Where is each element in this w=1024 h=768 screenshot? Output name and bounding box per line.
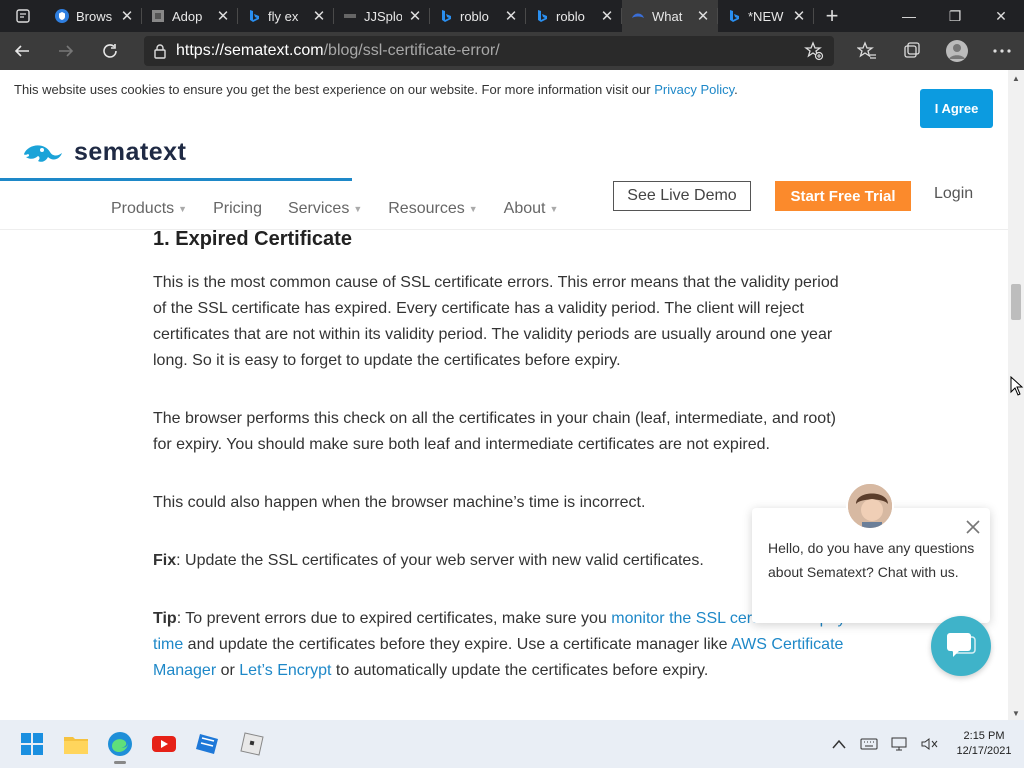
clock-date: 12/17/2021 bbox=[956, 745, 1012, 757]
nav-pricing[interactable]: Pricing bbox=[213, 200, 262, 218]
close-tab-icon[interactable]: ✕ bbox=[312, 7, 326, 25]
tip-paragraph: Tip: To prevent errors due to expired ce… bbox=[153, 610, 846, 679]
profile-avatar-icon[interactable] bbox=[934, 32, 979, 70]
close-tab-icon[interactable]: ✕ bbox=[696, 7, 710, 25]
clock-time: 2:15 PM bbox=[963, 730, 1005, 742]
cookie-text: This website uses cookies to ensure you … bbox=[14, 82, 738, 97]
browser-tab-5[interactable]: roblo ✕ bbox=[430, 0, 526, 32]
paragraph-1: This is the most common cause of SSL cer… bbox=[153, 274, 839, 369]
see-live-demo-button[interactable]: See Live Demo bbox=[613, 181, 751, 211]
browser-tab-4[interactable]: JJSplo ✕ bbox=[334, 0, 430, 32]
keyboard-icon[interactable] bbox=[854, 720, 884, 768]
back-arrow-icon[interactable] bbox=[0, 32, 44, 70]
close-tab-icon[interactable]: ✕ bbox=[408, 7, 422, 25]
nav-services[interactable]: Services ▼ bbox=[288, 200, 362, 218]
chat-launcher-button[interactable] bbox=[931, 616, 991, 676]
browser-tab-8[interactable]: *NEW ✕ bbox=[718, 0, 814, 32]
browser-tab-7-active[interactable]: What ✕ bbox=[622, 0, 718, 32]
page-viewport: 1. Expired Certificate This is the most … bbox=[0, 70, 1008, 720]
support-avatar bbox=[846, 482, 894, 530]
document-icon bbox=[150, 8, 166, 24]
close-tab-icon[interactable]: ✕ bbox=[792, 7, 806, 25]
windows-start-icon[interactable] bbox=[10, 720, 54, 768]
reading-progress-bar bbox=[0, 178, 352, 181]
restore-icon[interactable]: ❐ bbox=[932, 0, 978, 32]
favorites-icon[interactable] bbox=[844, 32, 889, 70]
sematext-logo[interactable]: sematext bbox=[20, 138, 186, 167]
refresh-icon[interactable] bbox=[88, 32, 132, 70]
volume-muted-icon[interactable] bbox=[914, 720, 944, 768]
file-explorer-icon[interactable] bbox=[54, 720, 98, 768]
browser-tab-strip: Brows ✕ Adop ✕ fly ex ✕ JJSplo ✕ roblo ✕… bbox=[0, 0, 1024, 32]
collections-icon[interactable] bbox=[889, 32, 934, 70]
nav-about[interactable]: About ▼ bbox=[504, 200, 559, 218]
address-bar[interactable]: https://sematext.com/blog/ssl-certificat… bbox=[144, 36, 834, 66]
show-hidden-icons-chevron-icon[interactable] bbox=[824, 720, 854, 768]
forward-arrow-icon[interactable] bbox=[44, 32, 88, 70]
start-free-trial-button[interactable]: Start Free Trial bbox=[775, 181, 911, 211]
scroll-up-arrow-icon[interactable]: ▲ bbox=[1012, 74, 1020, 83]
youtube-icon[interactable] bbox=[142, 720, 186, 768]
browser-tab-1[interactable]: Brows ✕ bbox=[46, 0, 142, 32]
more-menu-icon[interactable] bbox=[979, 32, 1024, 70]
roblox-icon[interactable] bbox=[230, 720, 274, 768]
nav-products[interactable]: Products ▼ bbox=[111, 200, 187, 218]
system-tray: 2:15 PM 12/17/2021 bbox=[824, 720, 1024, 768]
close-tab-icon[interactable]: ✕ bbox=[600, 7, 614, 25]
tab-actions-icon[interactable] bbox=[0, 0, 46, 32]
chat-message: Hello, do you have any questions about S… bbox=[768, 540, 975, 580]
paragraph-2: The browser performs this check on all t… bbox=[153, 410, 836, 453]
sematext-icon bbox=[630, 8, 646, 24]
tip-label: Tip bbox=[153, 610, 177, 627]
browser-tab-6[interactable]: roblo ✕ bbox=[526, 0, 622, 32]
bing-icon bbox=[534, 8, 550, 24]
close-tab-icon[interactable]: ✕ bbox=[504, 7, 518, 25]
bing-icon bbox=[726, 8, 742, 24]
windows-taskbar: 2:15 PM 12/17/2021 bbox=[0, 720, 1024, 768]
login-link[interactable]: Login bbox=[934, 185, 973, 203]
toolbar-right-group bbox=[844, 32, 1024, 70]
url-text: https://sematext.com/blog/ssl-certificat… bbox=[176, 42, 500, 59]
add-favorite-icon[interactable] bbox=[804, 41, 824, 66]
bing-icon bbox=[438, 8, 454, 24]
scrollbar-thumb[interactable] bbox=[1011, 284, 1021, 320]
article-content: 1. Expired Certificate This is the most … bbox=[153, 228, 853, 684]
close-tab-icon[interactable]: ✕ bbox=[120, 7, 134, 25]
main-nav: Products ▼ Pricing Services ▼ Resources ▼ A… bbox=[111, 194, 584, 224]
new-tab-plus-icon[interactable]: + bbox=[814, 0, 850, 32]
scroll-down-arrow-icon[interactable]: ▼ bbox=[1012, 709, 1020, 718]
site-header: sematext Products ▼ Pricing Services ▼ Res… bbox=[0, 126, 1008, 230]
roblox-studio-icon[interactable] bbox=[186, 720, 230, 768]
cookie-banner: This website uses cookies to ensure you … bbox=[0, 70, 1008, 136]
close-chat-icon[interactable] bbox=[964, 518, 982, 536]
window-controls: — ❐ ✕ bbox=[886, 0, 1024, 32]
network-icon[interactable] bbox=[884, 720, 914, 768]
close-window-icon[interactable]: ✕ bbox=[978, 0, 1024, 32]
chevron-down-icon: ▼ bbox=[353, 204, 363, 214]
close-tab-icon[interactable]: ✕ bbox=[216, 7, 230, 25]
minimize-icon[interactable]: — bbox=[886, 0, 932, 32]
nav-resources[interactable]: Resources ▼ bbox=[388, 200, 477, 218]
edge-browser-icon[interactable] bbox=[98, 720, 142, 768]
browser-toolbar: https://sematext.com/blog/ssl-certificat… bbox=[0, 32, 1024, 70]
taskbar-clock[interactable]: 2:15 PM 12/17/2021 bbox=[944, 729, 1024, 759]
lock-icon[interactable] bbox=[144, 43, 176, 59]
browser-tab-2[interactable]: Adop ✕ bbox=[142, 0, 238, 32]
privacy-policy-link[interactable]: Privacy Policy bbox=[654, 82, 734, 97]
chevron-down-icon: ▼ bbox=[549, 204, 559, 214]
chevron-down-icon: ▼ bbox=[468, 204, 478, 214]
browser-tab-3[interactable]: fly ex ✕ bbox=[238, 0, 334, 32]
paragraph-3: This could also happen when the browser … bbox=[153, 494, 646, 511]
edge-shield-icon bbox=[54, 8, 70, 24]
i-agree-button[interactable]: I Agree bbox=[920, 89, 993, 128]
bing-icon bbox=[246, 8, 262, 24]
fix-paragraph: Fix: Update the SSL certificates of your… bbox=[153, 552, 704, 569]
lets-encrypt-link[interactable]: Let’s Encrypt bbox=[239, 662, 331, 679]
octopus-logo-icon bbox=[24, 144, 62, 162]
fix-label: Fix bbox=[153, 552, 177, 569]
chat-icon bbox=[947, 633, 976, 657]
chevron-down-icon: ▼ bbox=[178, 204, 188, 214]
site-icon bbox=[342, 8, 358, 24]
mouse-cursor-icon bbox=[1010, 375, 1024, 401]
